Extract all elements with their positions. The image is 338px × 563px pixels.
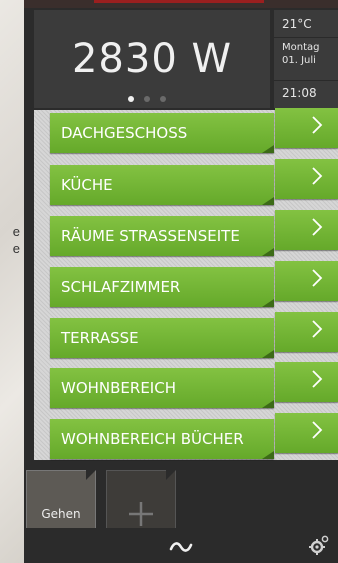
room-arrow-button[interactable] xyxy=(275,261,338,301)
power-panel[interactable]: 2830 W xyxy=(34,10,270,108)
room-arrow-button[interactable] xyxy=(275,413,338,453)
room-label: DACHGESCHOSS xyxy=(61,124,188,142)
page-dot xyxy=(160,96,166,102)
room-label: SCHLAFZIMMER xyxy=(61,278,181,296)
chevron-right-icon xyxy=(312,218,323,236)
room-button-raeume-strassenseite[interactable]: RÄUME STRASSENSEITE xyxy=(50,216,274,256)
room-button-terrasse[interactable]: TERRASSE xyxy=(50,318,274,358)
chevron-right-icon xyxy=(312,116,323,134)
info-panel: 21°C Montag 01. Juli 21:08 xyxy=(274,10,338,108)
power-value: 2830 W xyxy=(71,36,233,82)
chevron-right-icon xyxy=(312,167,323,185)
room-arrow-button[interactable] xyxy=(275,210,338,250)
room-label: KÜCHE xyxy=(61,176,113,194)
room-arrow-button[interactable] xyxy=(275,108,338,148)
room-arrow-button[interactable] xyxy=(275,312,338,352)
page-background xyxy=(0,0,24,563)
room-label: WOHNBEREICH xyxy=(61,379,176,397)
page-indicator xyxy=(128,96,176,106)
date: 01. Juli xyxy=(282,55,316,66)
chevron-right-icon xyxy=(312,421,323,439)
clock: 21:08 xyxy=(282,86,317,100)
footer-bar xyxy=(24,528,338,563)
chevron-right-icon xyxy=(312,269,323,287)
room-arrow-button[interactable] xyxy=(275,362,338,402)
add-scene-button[interactable] xyxy=(106,470,176,532)
room-button-wohnbereich-buecher[interactable]: WOHNBEREICH BÜCHER xyxy=(50,419,274,459)
room-arrow-button[interactable] xyxy=(275,159,338,199)
plus-icon xyxy=(129,502,153,526)
scene-gehen-button[interactable]: Gehen xyxy=(26,470,96,532)
scene-label: Gehen xyxy=(41,507,81,521)
chevron-right-icon xyxy=(312,370,323,388)
room-label: WOHNBEREICH BÜCHER xyxy=(61,430,244,448)
top-bar xyxy=(24,0,338,8)
gear-icon[interactable] xyxy=(308,534,330,556)
room-button-dachgeschoss[interactable]: DACHGESCHOSS xyxy=(50,113,274,153)
page-dot xyxy=(144,96,150,102)
room-label: TERRASSE xyxy=(61,329,139,347)
date-display: Montag 01. Juli xyxy=(282,41,319,67)
page-dot-active xyxy=(128,96,134,102)
background-text: e xyxy=(12,224,20,239)
room-button-kueche[interactable]: KÜCHE xyxy=(50,165,274,205)
device-screen: 2830 W 21°C Montag 01. Juli 21:08 DACHGE… xyxy=(24,0,338,563)
temperature: 21°C xyxy=(282,17,312,31)
weekday: Montag xyxy=(282,42,320,53)
chevron-right-icon xyxy=(312,320,323,338)
room-button-wohnbereich[interactable]: WOHNBEREICH xyxy=(50,368,274,408)
room-button-schlafzimmer[interactable]: SCHLAFZIMMER xyxy=(50,267,274,307)
room-label: RÄUME STRASSENSEITE xyxy=(61,227,240,245)
tilde-wave-icon[interactable] xyxy=(169,540,193,554)
background-text: e xyxy=(12,241,20,256)
